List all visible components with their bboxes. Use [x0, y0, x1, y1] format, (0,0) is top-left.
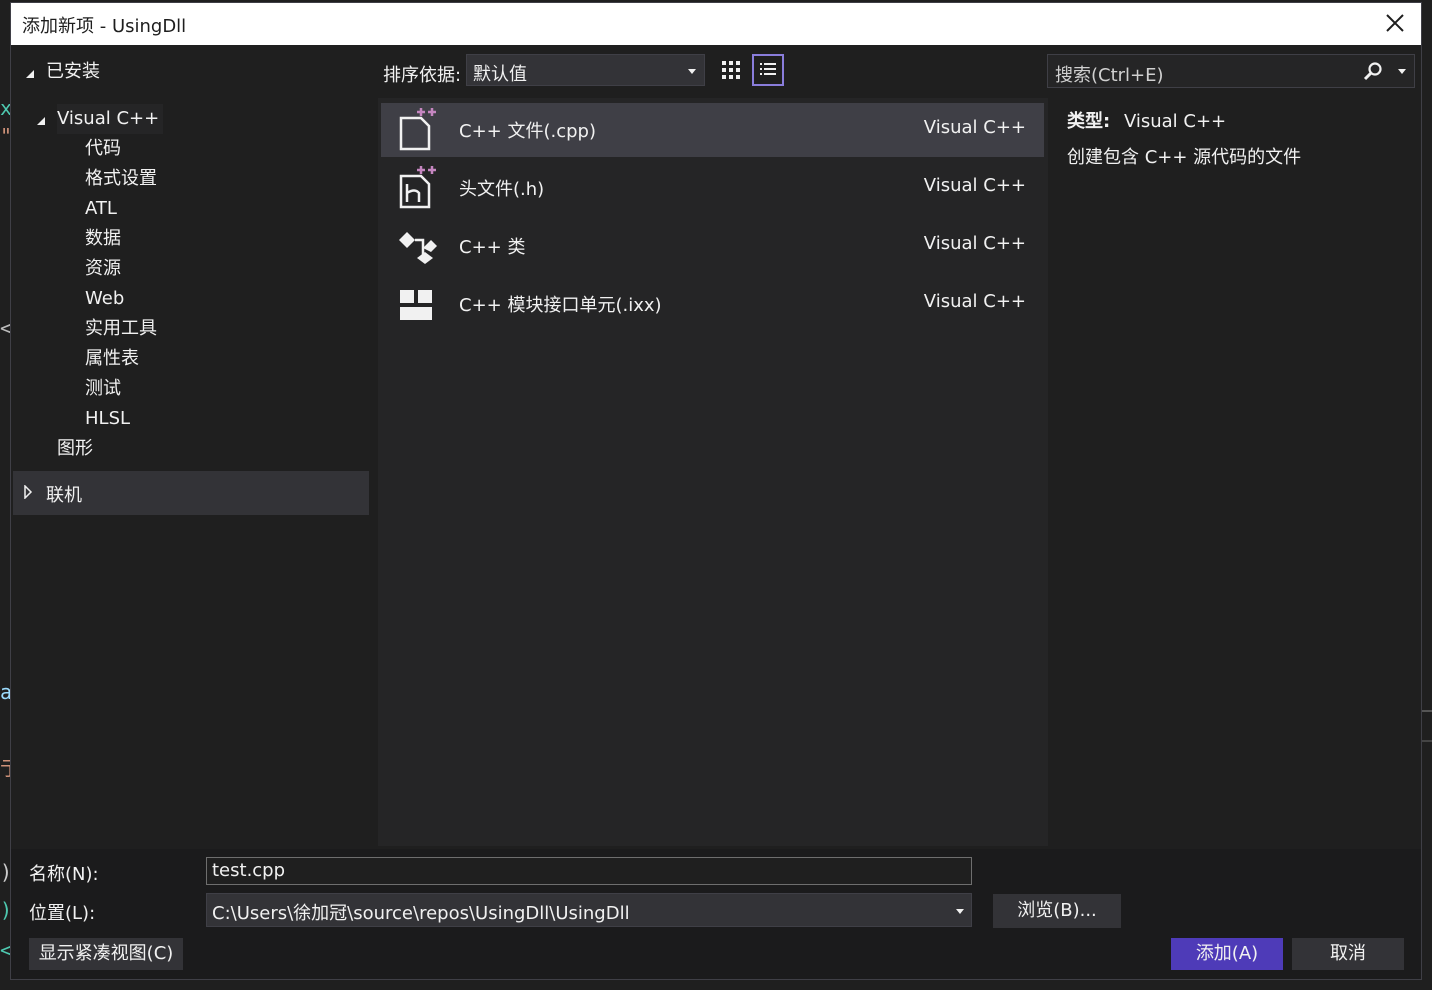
chevron-down-icon[interactable]: [1397, 68, 1407, 76]
class-icon: [399, 232, 437, 264]
grid-icon: [722, 61, 740, 79]
sort-dropdown[interactable]: 默认值: [466, 54, 705, 86]
small-icons-view-button[interactable]: [715, 54, 747, 86]
tree-item-code[interactable]: 代码: [13, 134, 371, 164]
location-label: 位置(L):: [29, 903, 96, 924]
header-file-icon: [399, 166, 436, 209]
bottom-panel: 名称(N): test.cpp 位置(L): C:\Users\徐加冠\sour…: [11, 849, 1421, 979]
template-item-header-file[interactable]: 头文件(.h) Visual C++: [381, 161, 1044, 215]
tree-label: Web: [85, 288, 125, 309]
cancel-button[interactable]: 取消: [1292, 938, 1404, 970]
browse-button[interactable]: 浏览(B)...: [993, 894, 1121, 928]
template-item-class[interactable]: C++ 类 Visual C++: [381, 219, 1044, 273]
tree-item-graphics[interactable]: 图形: [13, 434, 371, 464]
name-input[interactable]: test.cpp: [206, 857, 972, 885]
tree-item-formatting[interactable]: 格式设置: [13, 164, 371, 194]
tree-item-resources[interactable]: 资源: [13, 254, 371, 284]
search-box[interactable]: 搜索(Ctrl+E): [1047, 54, 1415, 88]
tree-label: HLSL: [85, 408, 131, 429]
description: 创建包含 C++ 源代码的文件: [1067, 147, 1302, 168]
template-name: C++ 类: [459, 237, 526, 258]
tree-label: ATL: [85, 198, 117, 219]
template-item-cpp-file[interactable]: C++ 文件(.cpp) Visual C++: [381, 103, 1044, 157]
type-row: 类型: Visual C++: [1067, 107, 1226, 133]
type-value: Visual C++: [1123, 111, 1227, 132]
expanded-icon: [37, 117, 45, 125]
list-view-button[interactable]: [752, 54, 784, 86]
tree-item-visual-cpp[interactable]: Visual C++: [13, 104, 371, 134]
sort-value: 默认值: [473, 64, 527, 85]
location-combo[interactable]: C:\Users\徐加冠\source\repos\UsingDll\Using…: [206, 893, 972, 927]
tree-label: 代码: [85, 138, 121, 159]
template-language: Visual C++: [923, 233, 1026, 254]
template-item-module[interactable]: C++ 模块接口单元(.ixx) Visual C++: [381, 277, 1044, 331]
tree-item-atl[interactable]: ATL: [13, 194, 371, 224]
chevron-down-icon: [688, 69, 696, 74]
tree-label: 图形: [57, 438, 93, 459]
type-label: 类型:: [1067, 111, 1111, 132]
tree-label: 属性表: [85, 348, 139, 369]
tree-label: 联机: [46, 485, 82, 506]
tree-item-web[interactable]: Web: [13, 284, 371, 314]
add-button[interactable]: 添加(A): [1171, 938, 1283, 970]
close-icon[interactable]: [1381, 9, 1409, 37]
tree-label: 格式设置: [85, 168, 157, 189]
search-placeholder: 搜索(Ctrl+E): [1055, 65, 1164, 86]
tree-label: 资源: [85, 258, 121, 279]
tree-item-online[interactable]: 联机: [13, 471, 369, 515]
location-value: C:\Users\徐加冠\source\repos\UsingDll\Using…: [212, 903, 630, 924]
name-label: 名称(N):: [29, 864, 99, 885]
template-language: Visual C++: [923, 175, 1026, 196]
expanded-icon: [26, 70, 34, 78]
tree-label: 测试: [85, 378, 121, 399]
chevron-down-icon: [956, 909, 964, 914]
template-language: Visual C++: [923, 117, 1026, 138]
tree-label: 实用工具: [85, 318, 157, 339]
tree-item-hlsl[interactable]: HLSL: [13, 404, 371, 434]
tree-item-data[interactable]: 数据: [13, 224, 371, 254]
title-bar: 添加新项 - UsingDll: [11, 3, 1421, 45]
tree-item-installed[interactable]: 已安装: [13, 57, 371, 87]
name-value: test.cpp: [212, 860, 286, 881]
tree-label: 数据: [85, 228, 121, 249]
tree-item-property-sheets[interactable]: 属性表: [13, 344, 371, 374]
collapsed-icon: [24, 485, 33, 499]
search-icon[interactable]: [1362, 61, 1384, 83]
editor-divider: [1422, 740, 1432, 742]
add-new-item-dialog: 添加新项 - UsingDll 已安装 Visual C++ 代码 格式设置 A…: [10, 2, 1422, 980]
template-list: C++ 文件(.cpp) Visual C++ 头文件(.h) Visual C…: [378, 98, 1048, 846]
compact-view-button[interactable]: 显示紧凑视图(C): [29, 938, 183, 970]
tree-label: Visual C++: [57, 104, 164, 134]
tree-item-test[interactable]: 测试: [13, 374, 371, 404]
tree-label: 已安装: [46, 61, 100, 82]
list-icon: [760, 63, 776, 75]
window-title: 添加新项 - UsingDll: [22, 16, 187, 37]
template-language: Visual C++: [923, 291, 1026, 312]
template-name: C++ 文件(.cpp): [459, 121, 596, 142]
template-name: 头文件(.h): [459, 179, 545, 200]
cpp-file-icon: [399, 108, 436, 151]
template-name: C++ 模块接口单元(.ixx): [459, 295, 662, 316]
module-icon: [400, 290, 432, 320]
sort-label: 排序依据:: [383, 65, 462, 86]
tree-item-utility[interactable]: 实用工具: [13, 314, 371, 344]
editor-divider: [1422, 710, 1432, 712]
